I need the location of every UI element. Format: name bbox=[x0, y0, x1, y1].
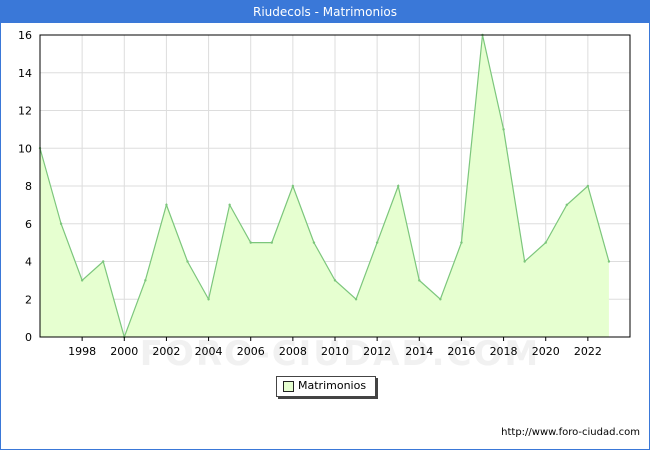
data-point bbox=[565, 203, 568, 207]
data-point bbox=[333, 279, 337, 282]
y-tick-label: 4 bbox=[25, 256, 32, 269]
x-tick-label: 2010 bbox=[321, 345, 349, 358]
data-point bbox=[102, 260, 105, 263]
data-point bbox=[607, 260, 611, 263]
y-tick-label: 14 bbox=[18, 67, 32, 80]
x-tick-label: 2012 bbox=[363, 345, 391, 358]
legend-label: Matrimonios bbox=[298, 379, 367, 392]
x-tick-label: 2008 bbox=[279, 345, 307, 358]
data-point bbox=[165, 203, 168, 207]
data-point bbox=[207, 298, 210, 301]
data-point bbox=[186, 260, 189, 263]
footer-url[interactable]: http://www.foro-ciudad.com bbox=[501, 427, 640, 438]
y-tick-label: 16 bbox=[18, 29, 32, 42]
x-tick-label: 2000 bbox=[110, 345, 138, 358]
x-tick-label: 2022 bbox=[574, 345, 602, 358]
data-point bbox=[418, 279, 421, 282]
data-point bbox=[144, 279, 147, 282]
x-tick-label: 2016 bbox=[447, 345, 475, 358]
data-point bbox=[502, 128, 505, 131]
x-tick-label: 1998 bbox=[68, 345, 96, 358]
x-tick-label: 2014 bbox=[405, 345, 433, 358]
data-point bbox=[59, 222, 63, 225]
y-tick-label: 8 bbox=[25, 180, 32, 193]
data-point bbox=[80, 279, 84, 282]
legend-swatch bbox=[283, 381, 294, 392]
x-tick-label: 2004 bbox=[195, 345, 223, 358]
data-point bbox=[460, 241, 463, 244]
y-tick-label: 6 bbox=[25, 218, 32, 231]
data-point bbox=[439, 298, 442, 301]
legend: Matrimonios bbox=[276, 376, 376, 397]
x-tick-label: 2002 bbox=[152, 345, 180, 358]
data-point bbox=[544, 241, 547, 244]
y-tick-label: 10 bbox=[18, 142, 32, 155]
data-point bbox=[354, 298, 358, 301]
data-point bbox=[249, 241, 252, 244]
y-tick-label: 0 bbox=[25, 331, 32, 344]
y-tick-label: 2 bbox=[25, 293, 32, 306]
data-point bbox=[397, 184, 400, 188]
data-point bbox=[270, 241, 273, 244]
x-tick-label: 2006 bbox=[237, 345, 265, 358]
x-tick-label: 2020 bbox=[532, 345, 560, 358]
data-point bbox=[291, 184, 295, 188]
data-point bbox=[586, 184, 590, 188]
data-point bbox=[523, 260, 526, 263]
data-point bbox=[375, 241, 379, 244]
x-tick-label: 2018 bbox=[490, 345, 518, 358]
y-tick-label: 12 bbox=[18, 105, 32, 118]
data-point bbox=[312, 241, 316, 244]
data-point bbox=[228, 203, 231, 207]
